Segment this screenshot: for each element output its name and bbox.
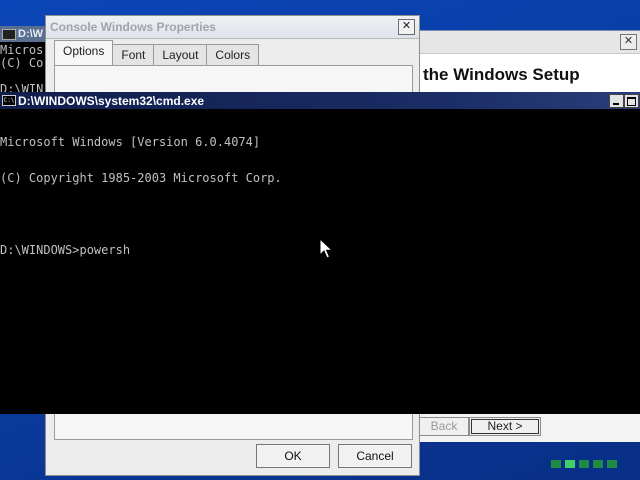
close-icon[interactable]: ✕ <box>620 34 637 50</box>
tab-options[interactable]: Options <box>54 40 114 65</box>
progress-dot <box>593 460 603 468</box>
cmd-titlebar[interactable]: C:\ D:\WINDOWS\system32\cmd.exe <box>0 92 640 109</box>
back-button[interactable]: Back <box>419 417 469 436</box>
progress-dot <box>579 460 589 468</box>
setup-titlebar[interactable]: ✕ <box>411 31 640 54</box>
minimize-icon[interactable] <box>609 94 624 108</box>
command-prompt-line[interactable]: D:\WINDOWS>powersh <box>0 244 282 256</box>
console-icon <box>2 28 16 40</box>
copyright-line: (C) Copyright 1985-2003 Microsoft Corp. <box>0 171 282 185</box>
properties-title: Console Windows Properties <box>50 20 216 34</box>
mouse-pointer-icon <box>319 238 333 259</box>
properties-tabs: Options Font Layout Colors <box>54 40 260 65</box>
progress-dot <box>551 460 561 468</box>
next-button[interactable]: Next > <box>469 417 541 436</box>
console-icon[interactable]: C:\ <box>2 95 16 106</box>
progress-dot <box>565 460 575 468</box>
setup-heading: the Windows Setup <box>423 65 580 84</box>
close-icon[interactable]: ✕ <box>398 19 415 35</box>
ok-button[interactable]: OK <box>256 444 330 468</box>
cancel-button[interactable]: Cancel <box>338 444 412 468</box>
tab-colors[interactable]: Colors <box>206 44 260 65</box>
version-line: Microsoft Windows [Version 6.0.4074] <box>0 135 261 149</box>
background-cmd-title: D:\W <box>18 28 44 40</box>
cmd-output[interactable]: Microsoft Windows [Version 6.0.4074] (C)… <box>0 112 282 280</box>
cmd-title: D:\WINDOWS\system32\cmd.exe <box>18 94 205 108</box>
setup-progress-dots <box>551 460 617 468</box>
tab-font[interactable]: Font <box>112 44 155 65</box>
maximize-icon[interactable] <box>624 94 639 108</box>
progress-dot <box>607 460 617 468</box>
tab-layout[interactable]: Layout <box>153 44 208 65</box>
properties-titlebar[interactable]: Console Windows Properties ✕ <box>46 16 419 39</box>
